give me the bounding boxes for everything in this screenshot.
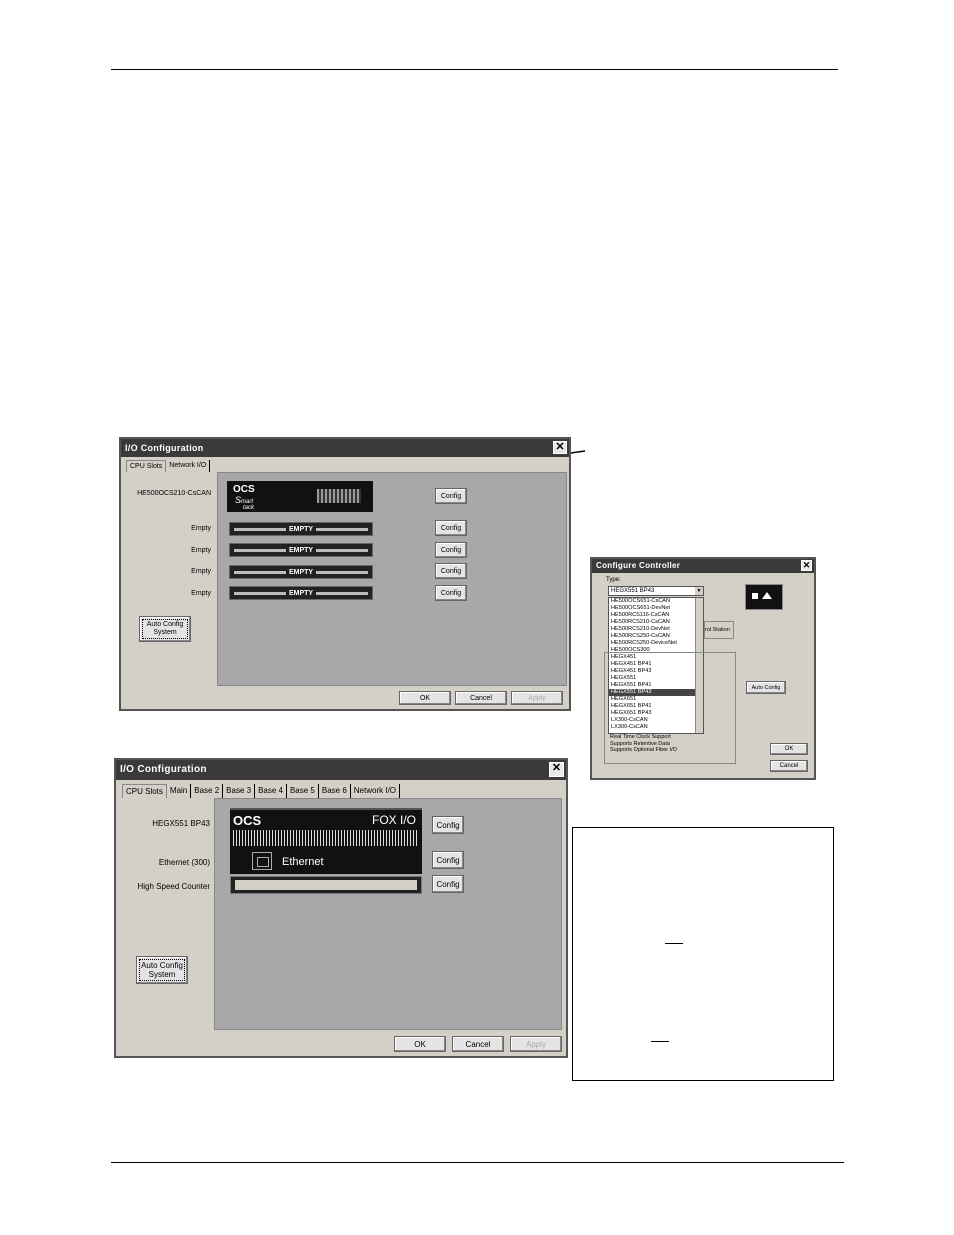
apply-button[interactable]: Apply [510, 1036, 562, 1052]
connector-icon [317, 489, 361, 503]
module-title: OCS [233, 484, 255, 495]
empty-slot[interactable]: EMPTY [229, 522, 373, 536]
feature-text: Supports Optional Fiber I/O [610, 747, 677, 753]
slot-label: HE500OCS210-CsCAN [137, 490, 211, 497]
empty-slot[interactable]: EMPTY [229, 586, 373, 600]
tab-cpu-slots[interactable]: CPU Slots [122, 784, 167, 798]
feature-text: Real Time Clock Support [610, 734, 671, 740]
config-button[interactable]: Config [435, 563, 467, 579]
fox-io-module[interactable]: OCS FOX I/O Ethernet [230, 808, 422, 874]
auto-config-button[interactable]: Auto Config [746, 681, 786, 694]
tab-cpu-slots[interactable]: CPU Slots [126, 460, 167, 472]
module-fox-label: FOX I/O [371, 813, 416, 827]
smartstack-logo-icon: Smart tack [235, 495, 255, 512]
cancel-button[interactable]: Cancel [770, 760, 808, 772]
header-rule [111, 69, 838, 70]
io-configuration-dialog: I/O Configuration ✕ CPU Slots Network I/… [119, 437, 571, 711]
list-item[interactable]: HE500OCS651-CsCAN [611, 598, 703, 605]
cancel-button[interactable]: Cancel [455, 691, 507, 705]
note-underline [651, 1041, 669, 1042]
empty-label: EMPTY [285, 546, 317, 554]
row-label: High Speed Counter [137, 882, 211, 891]
type-select[interactable]: HEGX551 BP43 ▼ [608, 586, 704, 596]
cancel-button[interactable]: Cancel [452, 1036, 504, 1052]
high-speed-counter-slot[interactable] [230, 876, 422, 894]
config-button[interactable]: Config [435, 488, 467, 504]
list-item[interactable]: HE500RCS210-CsCAN [611, 619, 703, 626]
close-icon[interactable]: ✕ [553, 441, 567, 454]
config-button[interactable]: Config [435, 585, 467, 601]
slot-label: Empty [191, 568, 211, 575]
tab-base-4[interactable]: Base 4 [255, 784, 287, 798]
empty-slot[interactable]: EMPTY [229, 565, 373, 579]
remote-station-field[interactable]: rol Station [704, 621, 734, 639]
close-icon[interactable]: ✕ [801, 560, 812, 571]
slot-label: Empty [191, 547, 211, 554]
tab-base-2[interactable]: Base 2 [191, 784, 224, 798]
list-item[interactable]: HE500RCS210-DevNet [611, 626, 703, 633]
auto-config-system-button[interactable]: Auto Config System [139, 616, 191, 642]
dialog-title: I/O Configuration [121, 439, 569, 457]
tab-network-io[interactable]: Network I/O [166, 460, 211, 472]
selected-type: HEGX551 BP43 [611, 588, 655, 594]
tab-network-io[interactable]: Network I/O [350, 784, 401, 798]
empty-slot[interactable]: EMPTY [229, 543, 373, 557]
configure-controller-dialog: Configure Controller ✕ Type: HEGX551 BP4… [590, 557, 816, 780]
connector-icon [233, 830, 417, 846]
list-item[interactable]: HE500OCS651-DevNet [611, 605, 703, 612]
logo-text-2: tack [243, 505, 255, 511]
config-button[interactable]: Config [435, 520, 467, 536]
tab-base-3[interactable]: Base 3 [223, 784, 256, 798]
tab-base-5[interactable]: Base 5 [286, 784, 319, 798]
auto-config-system-button[interactable]: Auto Config System [136, 956, 188, 984]
ethernet-port-icon [252, 852, 272, 870]
config-button[interactable]: Config [432, 851, 464, 869]
io-configuration-dialog-2: I/O Configuration ✕ CPU Slots Main Base … [114, 758, 568, 1058]
note-box [572, 827, 834, 1081]
config-button[interactable]: Config [432, 875, 464, 893]
ok-button[interactable]: OK [394, 1036, 446, 1052]
controller-thumbnail-icon [745, 584, 783, 610]
type-label: Type: [606, 577, 621, 583]
module-title: OCS [233, 813, 262, 828]
features-list: Real Time Clock Support Supports Retenti… [610, 734, 677, 754]
slot-label: Empty [191, 590, 211, 597]
dialog-title: I/O Configuration [116, 760, 566, 780]
row-label: Ethernet (300) [158, 858, 210, 867]
note-underline [665, 943, 683, 944]
tab-base-6[interactable]: Base 6 [318, 784, 351, 798]
empty-label: EMPTY [285, 589, 317, 597]
ok-button[interactable]: OK [399, 691, 451, 705]
ocs-module[interactable]: OCS Smart tack [227, 481, 373, 512]
list-item[interactable]: HE500RCS250-DeviceNet [611, 640, 703, 647]
dialog-title: Configure Controller [592, 559, 814, 573]
chevron-down-icon[interactable]: ▼ [695, 587, 703, 595]
ethernet-label: Ethernet [282, 856, 324, 868]
config-button[interactable]: Config [435, 542, 467, 558]
tab-main[interactable]: Main [166, 784, 192, 798]
empty-label: EMPTY [285, 568, 317, 576]
row-label: HEGX551 BP43 [152, 819, 210, 828]
apply-button[interactable]: Apply [511, 691, 563, 705]
empty-label: EMPTY [285, 525, 317, 533]
footer-rule [111, 1162, 844, 1163]
close-icon[interactable]: ✕ [549, 762, 564, 777]
list-item[interactable]: HE500RCS250-CsCAN [611, 633, 703, 640]
config-button[interactable]: Config [432, 816, 464, 834]
list-item[interactable]: HE500RCS116-CsCAN [611, 612, 703, 619]
slot-label: Empty [191, 525, 211, 532]
ok-button[interactable]: OK [770, 743, 808, 755]
